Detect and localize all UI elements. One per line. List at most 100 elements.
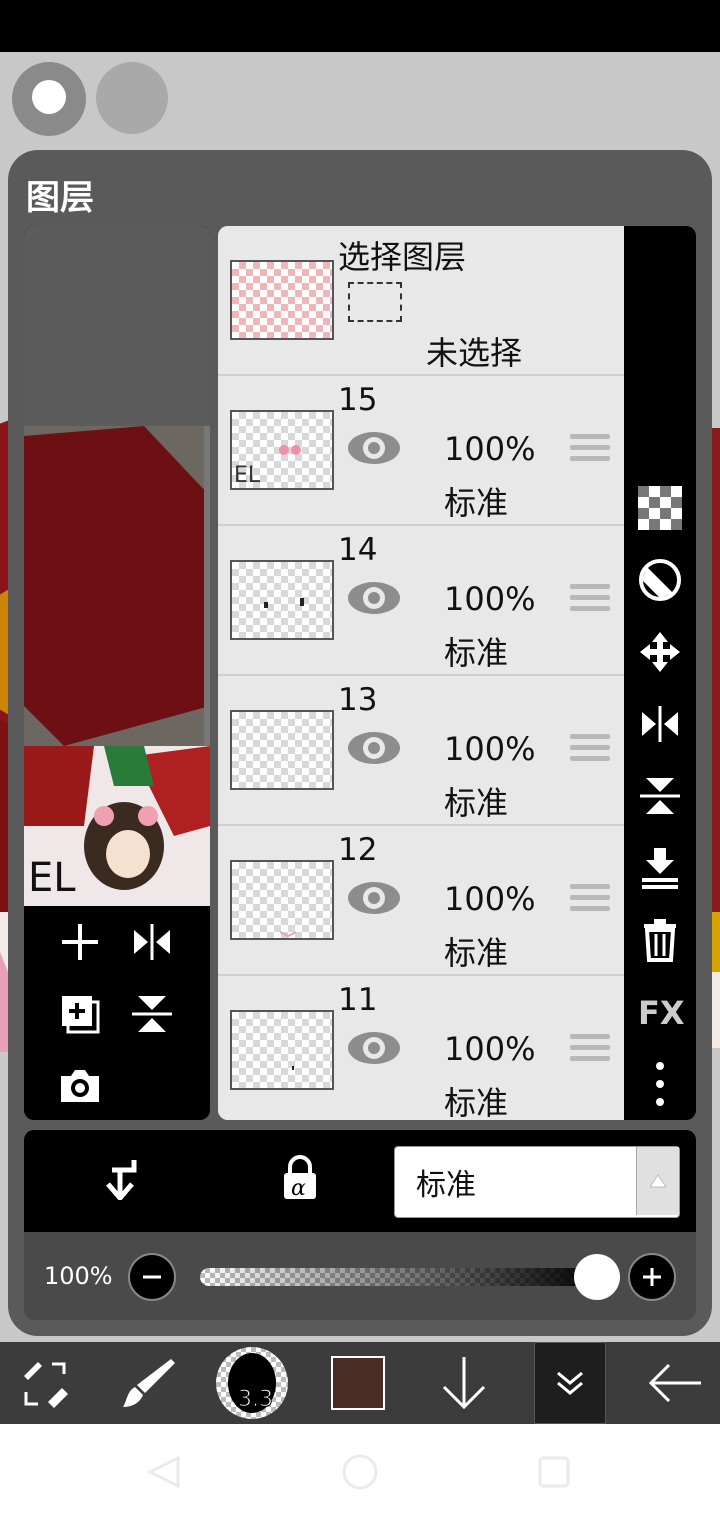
layer-blend-mode: 标准 [444,634,509,672]
arrow-down-icon [442,1357,486,1410]
drag-handle-icon[interactable] [570,434,610,468]
flip-vertical-button[interactable] [624,768,696,824]
layer-opacity: 100% [444,580,536,618]
layer-row[interactable]: 14 100% 标准 [218,526,624,676]
clipping-button[interactable] [92,1152,144,1204]
fx-button[interactable]: FX [624,984,696,1040]
opacity-slider[interactable] [200,1268,600,1286]
opacity-value: 100% [44,1262,113,1290]
drag-handle-icon[interactable] [570,584,610,618]
layer-row[interactable]: EL 15 100% 标准 [218,376,624,526]
svg-text:EL: EL [234,463,261,488]
visibility-eye-icon[interactable] [346,878,402,918]
swap-arrows-icon [24,1362,68,1408]
selection-layer-title: 选择图层 [338,238,467,276]
move-layer-button[interactable] [624,624,696,680]
blend-mode-value: 标准 [416,1168,476,1203]
flip-vertical-icon [640,778,680,814]
flip-horizontal-layer-button[interactable] [122,912,182,972]
layer-blend-mode: 标准 [444,1084,509,1120]
camera-button[interactable] [50,1056,110,1116]
visibility-eye-icon[interactable] [346,578,402,618]
drag-handle-icon[interactable] [570,1034,610,1068]
clear-layer-button[interactable] [624,552,696,608]
clipping-arrow-icon [106,1160,137,1200]
layer-down-button[interactable] [432,1342,496,1424]
selection-layer-row[interactable]: 选择图层 未选择 [218,226,624,376]
alpha-lock-button[interactable]: α [274,1152,326,1204]
merge-down-button[interactable] [624,840,696,896]
nav-back-icon [146,1455,180,1489]
svg-text:EL: EL [28,855,76,901]
color-button[interactable] [328,1342,388,1424]
flip-vertical-layer-button[interactable] [122,984,182,1044]
opacity-decrease-button[interactable] [128,1253,176,1301]
brush-size-button[interactable]: 3.3 [214,1342,290,1424]
layer-blend-mode: 标准 [444,934,509,972]
visibility-eye-icon[interactable] [346,1028,402,1068]
add-layer-icon [62,924,98,960]
brush-tool-button[interactable] [112,1342,182,1424]
arrow-left-icon [648,1363,701,1403]
brush-size-preview: 3.3 [216,1347,288,1419]
duplicate-layer-button[interactable] [50,984,110,1044]
panel-title: 图层 [26,178,94,218]
opacity-slider-knob[interactable] [574,1254,620,1300]
layer-number: 15 [338,382,378,418]
layer-row[interactable]: 11 100% 标准 [218,976,624,1120]
fx-icon: FX [638,994,684,1030]
delete-layer-button[interactable] [624,912,696,968]
drag-handle-icon[interactable] [570,734,610,768]
layer-blend-mode: 标准 [444,784,509,822]
nav-home-icon [342,1454,378,1490]
camera-icon [61,1070,99,1102]
add-layer-button[interactable] [50,912,110,972]
more-options-button[interactable] [624,1056,696,1112]
layer-opacity: 100% [444,1030,536,1068]
system-navigation-bar [0,1424,720,1520]
transparency-button[interactable] [624,480,696,536]
layer-row[interactable]: 12 100% 标准 [218,826,624,976]
flip-horizontal-icon [134,924,170,960]
transparency-checker-icon [638,486,682,530]
flip-vertical-icon [132,996,172,1032]
chevron-double-down-icon [557,1371,583,1395]
secondary-circle-button[interactable] [96,62,168,134]
visibility-eye-icon[interactable] [346,428,402,468]
visibility-eye-icon[interactable] [346,728,402,768]
layer-list[interactable]: 选择图层 未选择 EL 15 100% 标准 14 100% 标准 13 100… [218,226,624,1120]
layer-row[interactable]: 13 100% 标准 [218,676,624,826]
brush-size-value: 3.3 [238,1387,274,1413]
flip-horizontal-icon [642,706,678,742]
layer-number: 14 [338,532,378,568]
layer-thumbnail [230,560,334,640]
drag-handle-icon[interactable] [570,884,610,918]
brush-icon [123,1359,175,1407]
flip-horizontal-button[interactable] [624,696,696,752]
triangle-up-icon [649,1174,667,1188]
back-button[interactable] [640,1342,710,1424]
selection-marquee-icon [348,282,402,322]
layers-menu-button[interactable] [534,1342,606,1424]
layer-blend-mode: 标准 [444,484,509,522]
trash-icon [644,919,676,962]
back-circle-button[interactable] [12,62,86,136]
back-dot-icon [32,80,66,114]
layer-thumbnail [230,860,334,940]
current-color-swatch [331,1356,385,1410]
duplicate-layer-icon [62,996,100,1034]
svg-text:α: α [291,1176,306,1201]
merge-down-icon [642,848,678,889]
minus-icon [143,1275,161,1279]
layer-opacity: 100% [444,430,536,468]
plus-icon [643,1268,661,1286]
layer-opacity: 100% [444,730,536,768]
layer-actions-bar: FX [624,226,696,1120]
blend-mode-dropdown-button[interactable] [636,1147,679,1215]
swap-tool-button[interactable] [10,1342,80,1424]
more-icon [656,1062,664,1106]
opacity-increase-button[interactable] [628,1253,676,1301]
canvas-preview: EL [24,226,210,906]
layer-thumbnail [230,1010,334,1090]
selection-layer-thumbnail [230,260,334,340]
